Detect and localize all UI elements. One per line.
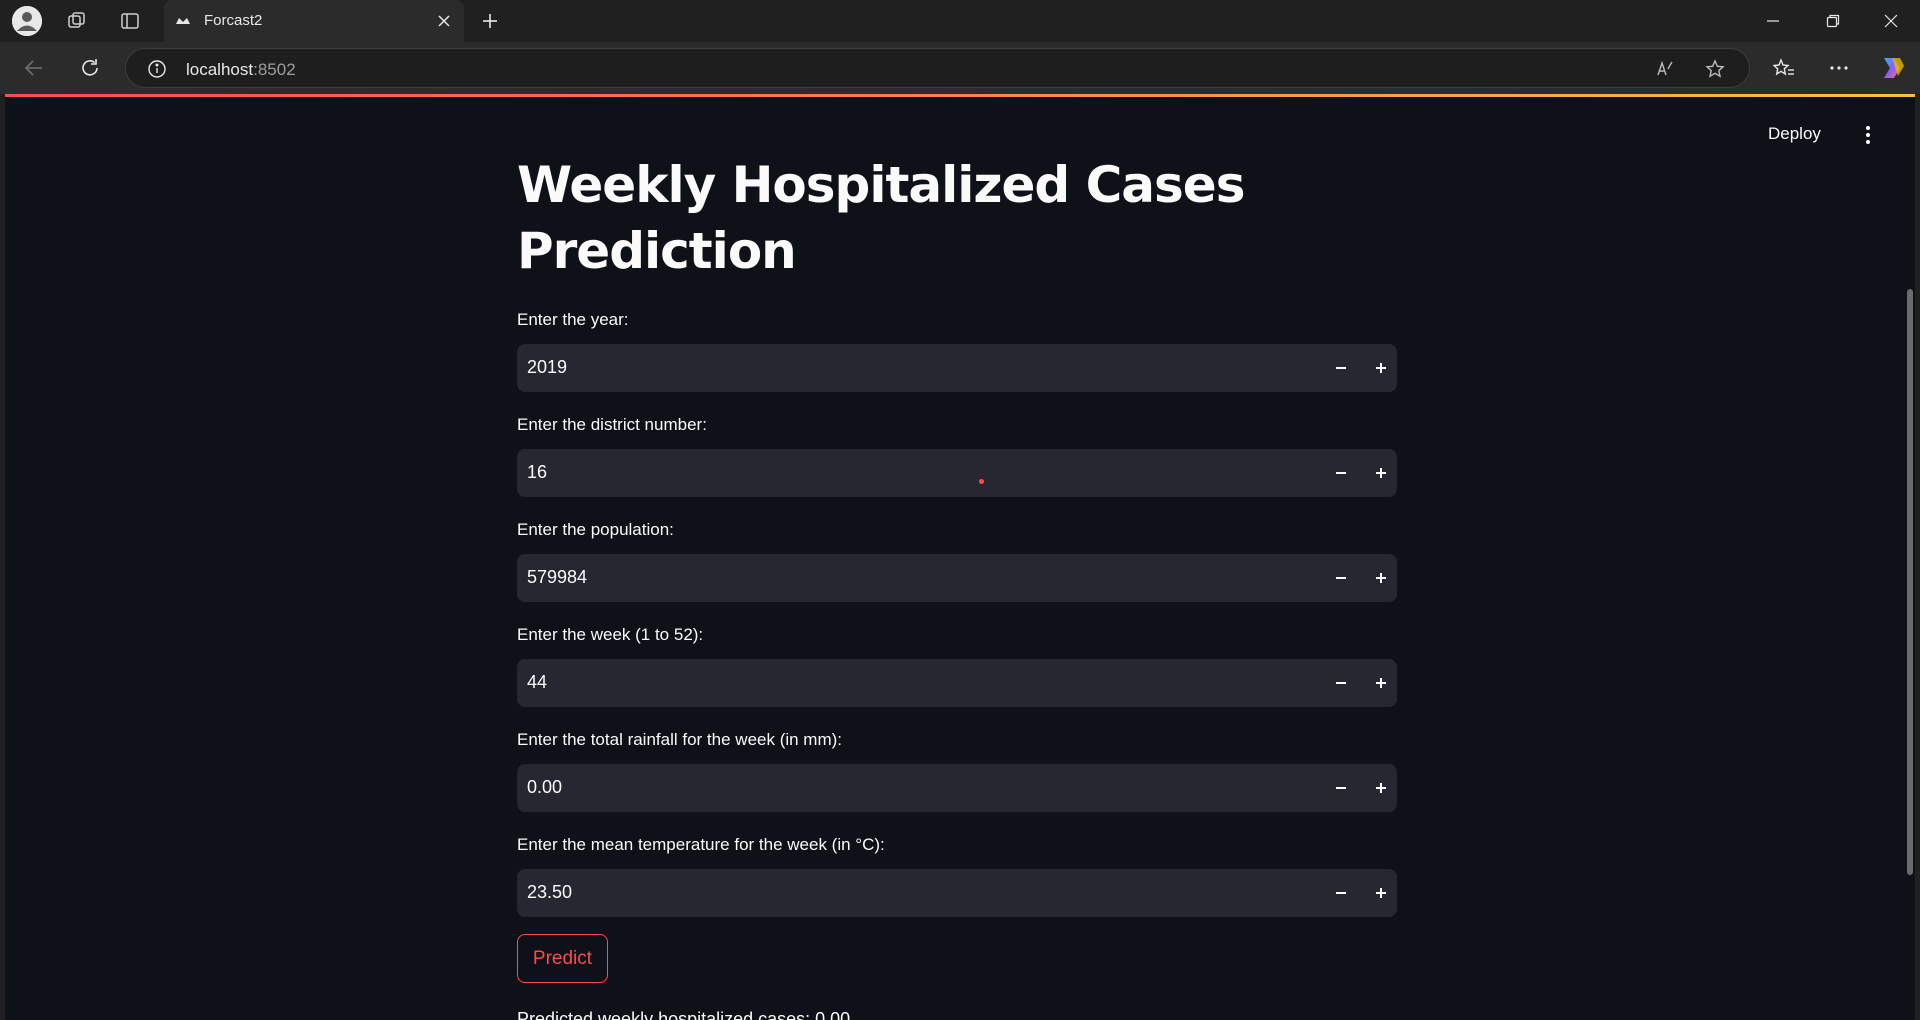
- restore-icon[interactable]: [1810, 8, 1856, 34]
- profile-icon[interactable]: [12, 6, 42, 36]
- scrollbar[interactable]: [1907, 289, 1913, 875]
- tab-title: Forcast2: [204, 12, 263, 29]
- population-number-input[interactable]: 579984: [517, 554, 1397, 602]
- favorites-icon[interactable]: [1770, 54, 1798, 82]
- url-port: :8502: [253, 60, 296, 79]
- refresh-icon[interactable]: [76, 54, 104, 82]
- year-field: Enter the year: 2019: [517, 310, 1397, 392]
- population-field: Enter the population: 579984: [517, 520, 1397, 602]
- url-text[interactable]: localhost:8502: [186, 60, 296, 80]
- tab-actions-icon[interactable]: [117, 9, 143, 33]
- plus-icon[interactable]: [1369, 461, 1393, 485]
- minus-icon[interactable]: [1329, 881, 1353, 905]
- field-label: Enter the population:: [517, 520, 674, 539]
- favorite-star-icon[interactable]: [1704, 58, 1726, 80]
- streamlit-favicon-icon: [174, 12, 192, 30]
- field-value[interactable]: 16: [527, 462, 547, 483]
- field-value[interactable]: 0.00: [527, 777, 562, 798]
- field-label: Enter the mean temperature for the week …: [517, 835, 885, 854]
- minus-icon[interactable]: [1329, 356, 1353, 380]
- close-icon[interactable]: [434, 11, 454, 31]
- browser-tab[interactable]: Forcast2: [164, 0, 464, 42]
- plus-icon[interactable]: [1369, 881, 1393, 905]
- rainfall-number-input[interactable]: 0.00: [517, 764, 1397, 812]
- url-host: localhost: [186, 60, 254, 79]
- field-value[interactable]: 579984: [527, 567, 587, 588]
- rainfall-field: Enter the total rainfall for the week (i…: [517, 730, 1397, 812]
- field-value[interactable]: 44: [527, 672, 547, 693]
- plus-icon[interactable]: [1369, 776, 1393, 800]
- minimize-icon[interactable]: [1750, 8, 1796, 34]
- workspaces-icon[interactable]: [64, 9, 90, 33]
- week-number-input[interactable]: 44: [517, 659, 1397, 707]
- cursor-dot: [979, 479, 984, 484]
- back-icon[interactable]: [20, 54, 48, 82]
- week-field: Enter the week (1 to 52): 44: [517, 625, 1397, 707]
- browser-tab-bar: Forcast2: [0, 0, 1920, 42]
- window-close-icon[interactable]: [1868, 8, 1914, 34]
- plus-icon[interactable]: [478, 9, 502, 33]
- minus-icon[interactable]: [1329, 776, 1353, 800]
- temperature-number-input[interactable]: 23.50: [517, 869, 1397, 917]
- more-icon[interactable]: [1825, 54, 1853, 82]
- kebab-menu-icon[interactable]: [1860, 122, 1876, 148]
- field-label: Enter the district number:: [517, 415, 707, 434]
- field-value[interactable]: 23.50: [527, 882, 572, 903]
- minus-icon[interactable]: [1329, 671, 1353, 695]
- read-aloud-icon[interactable]: [1654, 58, 1676, 80]
- year-number-input[interactable]: 2019: [517, 344, 1397, 392]
- copilot-icon[interactable]: [1878, 54, 1906, 82]
- field-value[interactable]: 2019: [527, 357, 567, 378]
- header-decoration: [5, 94, 1915, 97]
- field-label: Enter the total rainfall for the week (i…: [517, 730, 843, 749]
- page-title: Weekly Hospitalized Cases Prediction: [517, 156, 1245, 280]
- streamlit-app: Deploy Weekly Hospitalized Cases Predict…: [5, 94, 1915, 1020]
- address-bar[interactable]: localhost:8502: [125, 48, 1750, 88]
- deploy-button[interactable]: Deploy: [1768, 124, 1821, 144]
- info-icon[interactable]: [146, 58, 168, 80]
- plus-icon[interactable]: [1369, 356, 1393, 380]
- prediction-result: Predicted weekly hospitalized cases: 0.0…: [517, 1009, 851, 1020]
- plus-icon[interactable]: [1369, 671, 1393, 695]
- district-field: Enter the district number: 16: [517, 415, 1397, 497]
- field-label: Enter the week (1 to 52):: [517, 625, 704, 644]
- plus-icon[interactable]: [1369, 566, 1393, 590]
- predict-button[interactable]: Predict: [517, 934, 608, 983]
- minus-icon[interactable]: [1329, 461, 1353, 485]
- field-label: Enter the year:: [517, 310, 629, 329]
- minus-icon[interactable]: [1329, 566, 1353, 590]
- district-number-input[interactable]: 16: [517, 449, 1397, 497]
- browser-toolbar: localhost:8502: [0, 42, 1920, 94]
- temperature-field: Enter the mean temperature for the week …: [517, 835, 1397, 917]
